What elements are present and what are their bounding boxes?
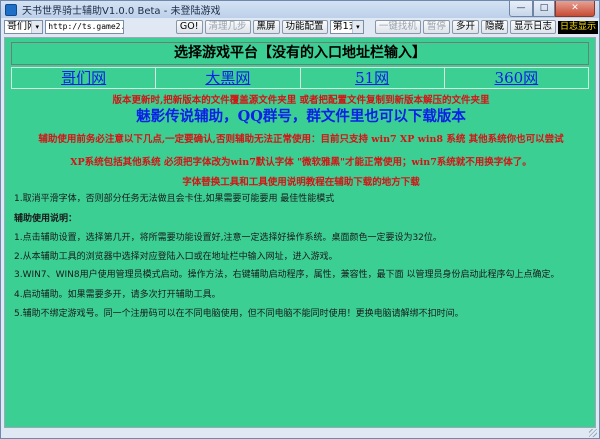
show-log-button[interactable]: 显示日志 bbox=[509, 20, 556, 34]
log-badge: 日志显示 bbox=[557, 20, 598, 34]
multi-open-button[interactable]: 多开 bbox=[451, 20, 479, 34]
platform-link-gemen[interactable]: 哥们网 bbox=[12, 68, 157, 88]
url-input[interactable]: http://ts.game2.cn/ bbox=[45, 20, 124, 34]
pause-button[interactable]: 暂停 bbox=[422, 20, 450, 34]
title-bar[interactable]: 天书世界骑士辅助V1.0.0 Beta - 未登陆游戏 — □ ✕ bbox=[1, 1, 599, 18]
app-window: 天书世界骑士辅助V1.0.0 Beta - 未登陆游戏 — □ ✕ 哥们网 ▾ … bbox=[0, 0, 600, 439]
one-click-button[interactable]: 一键找机 bbox=[374, 20, 421, 34]
app-icon bbox=[5, 3, 17, 16]
usage-step-1: 1.点击辅助设置，选择第几开，将所需要功能设置好,注意一定选择好操作系统。桌面颜… bbox=[14, 233, 442, 243]
hide-button[interactable]: 隐藏 bbox=[480, 20, 508, 34]
usage-title: 辅助使用说明： bbox=[14, 214, 78, 224]
clear-button[interactable]: 清理几步 bbox=[204, 20, 251, 34]
minimize-button[interactable]: — bbox=[509, 1, 533, 17]
usage-step-3: 3.WIN7、WIN8用户使用管理员模式启动。操作方法，右键辅助启动程序，属性，… bbox=[14, 270, 560, 280]
settings-notice: 辅助使用前务必注意以下几点,一定要确认,否则辅助无法正常使用：目前只支持 win… bbox=[38, 134, 564, 145]
platform-link-dahei[interactable]: 大黑网 bbox=[156, 68, 301, 88]
config-select[interactable]: 第1式配置 ▾ bbox=[329, 20, 364, 34]
xp-notice: XP系统包括其他系统 必须把字体改为win7默认字体 "微软雅黑"才能正常使用；… bbox=[70, 157, 532, 168]
blackscreen-button[interactable]: 黑屏 bbox=[252, 20, 280, 34]
download-notice: 魅影传说辅助，QQ群号，群文件里也可以下载版本 bbox=[136, 108, 466, 125]
update-notice: 版本更新时,把新版本的文件覆盖源文件夹里 或者把配置文件复制到新版本解压的文件夹… bbox=[112, 95, 490, 106]
chevron-down-icon: ▾ bbox=[351, 21, 363, 33]
usage-step-4: 4.启动辅助。如果需要多开，请多次打开辅助工具。 bbox=[14, 290, 221, 300]
toolbar: 哥们网 ▾ http://ts.game2.cn/ GO! 清理几步 黑屏 功能… bbox=[4, 18, 598, 36]
smooth-font-instruction: 1.取消平滑字体，否则部分任务无法做且会卡住,如果需要可能要用 最佳性能模式 bbox=[14, 194, 335, 204]
chevron-down-icon: ▾ bbox=[31, 21, 43, 33]
usage-step-5: 5.辅助不绑定游戏号。同一个注册码可以在不同电脑使用，但不同电脑不能同时使用！更… bbox=[14, 309, 464, 319]
platform-select[interactable]: 哥们网 ▾ bbox=[4, 20, 44, 34]
window-controls: — □ ✕ bbox=[509, 1, 595, 17]
status-bar bbox=[1, 428, 599, 438]
function-config-button[interactable]: 功能配置 bbox=[281, 20, 328, 34]
platform-link-360[interactable]: 360网 bbox=[445, 68, 588, 88]
platform-link-51[interactable]: 51网 bbox=[301, 68, 445, 88]
font-tool-notice: 字体替换工具和工具使用说明教程在辅助下载的地方下载 bbox=[182, 177, 420, 188]
platform-links: 哥们网 大黑网 51网 360网 bbox=[11, 67, 589, 89]
go-button[interactable]: GO! bbox=[175, 20, 203, 34]
browser-content: 选择游戏平台【没有的入口地址栏输入】 哥们网 大黑网 51网 360网 版本更新… bbox=[4, 37, 596, 428]
platform-banner: 选择游戏平台【没有的入口地址栏输入】 bbox=[11, 42, 589, 65]
close-button[interactable]: ✕ bbox=[555, 1, 595, 17]
maximize-button[interactable]: □ bbox=[533, 1, 555, 17]
usage-step-2: 2.从本辅助工具的浏览器中选择对应登陆入口或在地址栏中输入网址，进入游戏。 bbox=[14, 252, 338, 262]
window-title: 天书世界骑士辅助V1.0.0 Beta - 未登陆游戏 bbox=[22, 6, 221, 17]
resize-grip-icon[interactable] bbox=[589, 429, 597, 437]
